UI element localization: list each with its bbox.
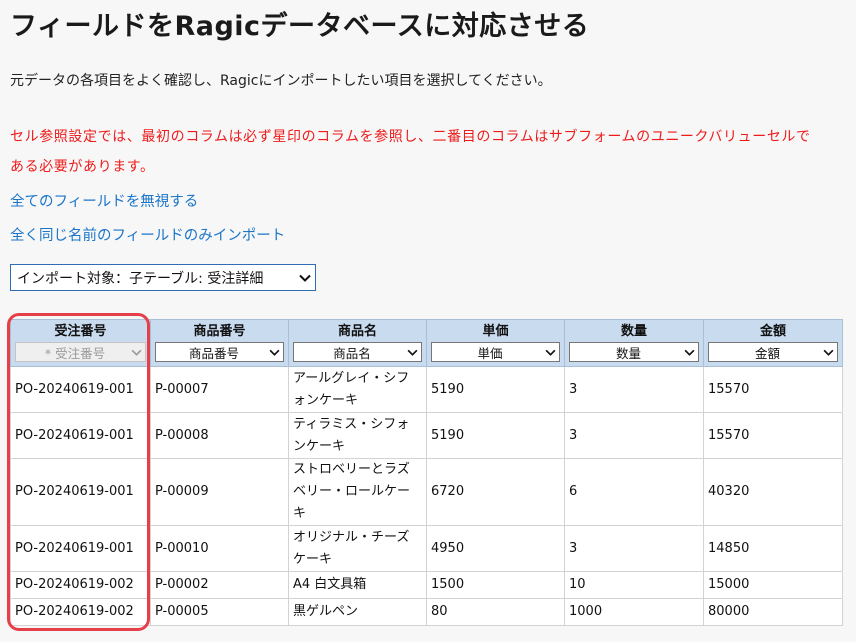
column-header-label: 金額 [759, 324, 786, 339]
table-cell: 5190 [426, 412, 565, 459]
table-cell: 1000 [564, 598, 704, 626]
table-cell: 5190 [426, 366, 565, 413]
table-cell: P-00002 [150, 571, 289, 599]
table-cell: 15570 [703, 412, 843, 459]
table-cell: 黒ゲルペン [288, 598, 427, 626]
column-mapping-select[interactable]: 金額 [708, 342, 838, 362]
table-cell: 14850 [703, 525, 843, 572]
column-mapping-value: 商品名 [333, 345, 371, 361]
table-cell: PO-20240619-001 [10, 366, 151, 413]
table-cell: PO-20240619-001 [10, 412, 151, 459]
column-header: 金額 金額 [703, 319, 843, 367]
warning-text: セル参照設定では、最初のコラムは必ず星印のコラムを参照し、二番目のコラムはサブフ… [10, 129, 811, 175]
column-mapping-value: 金額 [754, 345, 780, 361]
column-header-label: 受注番号 [54, 324, 107, 339]
table-cell: 80000 [703, 598, 843, 626]
table-cell: P-00009 [150, 458, 289, 526]
column-header-label: 単価 [482, 324, 509, 339]
chevron-down-icon [544, 346, 556, 358]
column-header-label: 商品番号 [193, 324, 246, 339]
table-cell: 4950 [426, 525, 565, 572]
column-mapping-value: 単価 [477, 345, 503, 361]
table-cell: 10 [564, 571, 704, 599]
column-header: 商品番号 商品番号 [150, 319, 289, 367]
table-cell: PO-20240619-002 [10, 598, 151, 626]
table-row: PO-20240619-001 P-00007 アールグレイ・シフォンケーキ 5190… [10, 366, 843, 413]
column-mapping-value: * 受注番号 [44, 345, 106, 361]
table-cell: PO-20240619-001 [10, 525, 151, 572]
column-header: 受注番号 * 受注番号 [10, 319, 151, 367]
import-same-name-fields-link[interactable]: 全く同じ名前のフィールドのみインポート [10, 224, 285, 245]
table-cell: 80 [426, 598, 565, 626]
table-cell: 3 [564, 366, 704, 413]
page-title: フィールドをRagicデータベースに対応させる [10, 11, 590, 42]
ignore-all-fields-link[interactable]: 全てのフィールドを無視する [10, 190, 198, 211]
table-cell: P-00010 [150, 525, 289, 572]
import-target-value: インポート対象：子テーブル: 受注詳細 [17, 270, 264, 287]
import-target-select[interactable]: インポート対象：子テーブル: 受注詳細 [10, 264, 316, 291]
column-header-label: 商品名 [337, 324, 377, 339]
table-cell: P-00008 [150, 412, 289, 459]
column-mapping-select[interactable]: 商品名 [293, 342, 422, 362]
table-row: PO-20240619-001 P-00009 ストロベリーとラズベリー・ロールケー… [10, 458, 843, 526]
table-cell: ティラミス・シフォンケーキ [288, 412, 427, 459]
column-mapping-select[interactable]: 商品番号 [155, 342, 284, 362]
column-header: 単価 単価 [426, 319, 565, 367]
table-row: PO-20240619-001 P-00008 ティラミス・シフォンケーキ 5190 3… [10, 412, 843, 459]
table-row: PO-20240619-002 P-00005 黒ゲルペン 80 1000 80000 [10, 598, 843, 626]
table-cell: A4 白文具箱 [288, 571, 427, 599]
chevron-down-icon [406, 346, 418, 358]
column-mapping-value: 商品番号 [188, 345, 239, 361]
table-cell: 6720 [426, 458, 565, 526]
column-header-label: 数量 [620, 324, 647, 339]
chevron-down-icon [268, 346, 280, 358]
chevron-down-icon [130, 346, 142, 358]
table-cell: 3 [564, 412, 704, 459]
table-row: PO-20240619-002 P-00002 A4 白文具箱 1500 10 15000 [10, 571, 843, 599]
table-cell: 3 [564, 525, 704, 572]
column-mapping-select: * 受注番号 [15, 342, 146, 362]
column-mapping-select[interactable]: 単価 [431, 342, 560, 362]
table-cell: PO-20240619-002 [10, 571, 151, 599]
table-cell: アールグレイ・シフォンケーキ [288, 366, 427, 413]
table-header-row: 受注番号 * 受注番号 商品番号 商品番号 商品名 商品名 単価 単価 数量 数量 金額 金額 [10, 319, 843, 367]
field-mapping-table: 受注番号 * 受注番号 商品番号 商品番号 商品名 商品名 単価 単価 数量 数量 金額 金額 PO-… [10, 319, 843, 626]
column-mapping-value: 数量 [615, 345, 641, 361]
intro-text: 元データの各項目をよく確認し、Ragicにインポートしたい項目を選択してください… [10, 73, 552, 89]
table-cell: 40320 [703, 458, 843, 526]
column-header: 商品名 商品名 [288, 319, 427, 367]
table-cell: 6 [564, 458, 704, 526]
table-cell: 15000 [703, 571, 843, 599]
table-cell: 1500 [426, 571, 565, 599]
table-cell: 15570 [703, 366, 843, 413]
column-header: 数量 数量 [564, 319, 704, 367]
table-row: PO-20240619-001 P-00010 オリジナル・チーズケーキ 4950 3 1… [10, 525, 843, 572]
table-cell: PO-20240619-001 [10, 458, 151, 526]
table-cell: ストロベリーとラズベリー・ロールケーキ [288, 458, 427, 526]
chevron-down-icon [299, 272, 311, 284]
chevron-down-icon [683, 346, 695, 358]
chevron-down-icon [822, 346, 834, 358]
column-mapping-select[interactable]: 数量 [569, 342, 699, 362]
table-cell: オリジナル・チーズケーキ [288, 525, 427, 572]
table-cell: P-00007 [150, 366, 289, 413]
table-cell: P-00005 [150, 598, 289, 626]
